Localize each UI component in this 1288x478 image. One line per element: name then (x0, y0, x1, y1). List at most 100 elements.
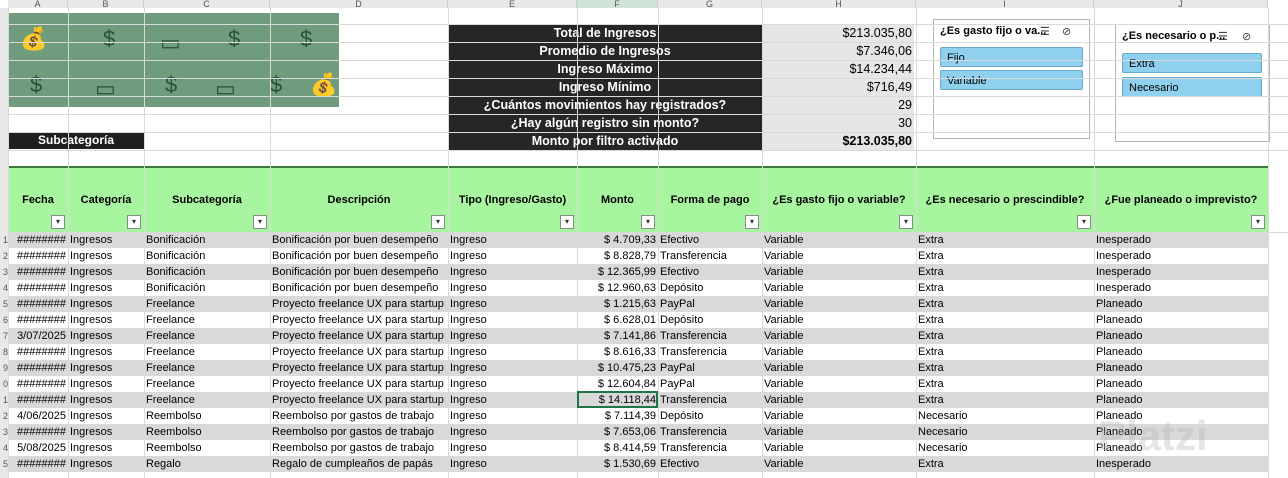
table-row[interactable]: ######## Ingresos Freelance Proyecto freela… (8, 360, 1268, 376)
table-row[interactable]: ######## Ingresos Reembolso Reembolso por g… (8, 424, 1268, 440)
table-cell[interactable]: ######## (10, 456, 66, 472)
table-cell[interactable]: Planeado (1096, 312, 1266, 328)
table-cell[interactable]: $ 8.828,79 (579, 248, 656, 264)
table-cell[interactable]: Ingreso (450, 456, 575, 472)
table-cell[interactable]: Bonificación (146, 264, 268, 280)
row-number[interactable]: 3 (0, 424, 8, 440)
table-cell[interactable]: Ingresos (70, 360, 142, 376)
table-cell[interactable]: Freelance (146, 376, 268, 392)
row-number[interactable]: 5 (0, 456, 8, 472)
table-cell[interactable]: Proyecto freelance UX para startup (272, 392, 446, 408)
table-cell[interactable]: Proyecto freelance UX para startup (272, 296, 446, 312)
table-cell[interactable]: Bonificación (146, 280, 268, 296)
table-cell[interactable]: Extra (918, 328, 1092, 344)
table-cell[interactable]: Planeado (1096, 296, 1266, 312)
table-cell[interactable]: Necesario (918, 440, 1092, 456)
table-cell[interactable]: Planeado (1096, 360, 1266, 376)
row-number[interactable]: 2 (0, 408, 8, 424)
table-cell[interactable]: ######## (10, 248, 66, 264)
slicer-item-variable[interactable]: Variable (940, 70, 1083, 90)
table-cell[interactable]: ######## (10, 280, 66, 296)
slicer-item-fijo[interactable]: Fijo (940, 47, 1083, 67)
table-cell[interactable]: ######## (10, 424, 66, 440)
table-cell[interactable]: $ 8.616,33 (579, 344, 656, 360)
table-cell[interactable]: Extra (918, 280, 1092, 296)
row-number[interactable]: 8 (0, 344, 8, 360)
table-cell[interactable]: Variable (764, 264, 914, 280)
table-cell[interactable]: Ingresos (70, 296, 142, 312)
table-row[interactable]: 4/06/2025 Ingresos Reembolso Reembolso por … (8, 408, 1268, 424)
table-cell[interactable]: Ingreso (450, 296, 575, 312)
table-cell[interactable]: $ 7.653,06 (579, 424, 656, 440)
row-number[interactable]: 0 (0, 376, 8, 392)
table-cell[interactable]: Freelance (146, 344, 268, 360)
filter-dropdown-icon[interactable]: ▾ (431, 215, 445, 229)
table-cell[interactable]: Variable (764, 408, 914, 424)
table-cell[interactable]: Planeado (1096, 328, 1266, 344)
table-cell[interactable]: Ingresos (70, 440, 142, 456)
table-cell[interactable]: Extra (918, 376, 1092, 392)
filter-dropdown-icon[interactable]: ▾ (899, 215, 913, 229)
table-cell[interactable]: Variable (764, 280, 914, 296)
table-cell[interactable]: Variable (764, 312, 914, 328)
table-row[interactable]: 5/08/2025 Ingresos Reembolso Reembolso por … (8, 440, 1268, 456)
table-cell[interactable]: Planeado (1096, 392, 1266, 408)
row-number[interactable]: 1 (0, 392, 8, 408)
table-cell[interactable]: ######## (10, 232, 66, 248)
table-row[interactable]: ######## Ingresos Bonificación Bonificación… (8, 264, 1268, 280)
table-cell[interactable]: ######## (10, 296, 66, 312)
table-cell[interactable]: ######## (10, 392, 66, 408)
selected-cell[interactable] (577, 391, 658, 408)
table-cell[interactable]: Variable (764, 328, 914, 344)
table-cell[interactable]: Ingresos (70, 312, 142, 328)
table-cell[interactable]: Proyecto freelance UX para startup (272, 360, 446, 376)
table-cell[interactable]: Ingreso (450, 344, 575, 360)
table-cell[interactable]: Ingresos (70, 424, 142, 440)
table-cell[interactable]: Extra (918, 296, 1092, 312)
filter-dropdown-icon[interactable]: ▾ (1251, 215, 1265, 229)
table-cell[interactable]: $ 10.475,23 (579, 360, 656, 376)
table-cell[interactable]: Inesperado (1096, 232, 1266, 248)
table-cell[interactable]: Ingresos (70, 456, 142, 472)
table-cell[interactable]: Extra (918, 264, 1092, 280)
table-cell[interactable]: Regalo (146, 456, 268, 472)
table-cell[interactable]: Bonificación por buen desempeño (272, 248, 446, 264)
table-cell[interactable]: Ingresos (70, 232, 142, 248)
table-cell[interactable]: Freelance (146, 296, 268, 312)
table-cell[interactable]: Transferencia (660, 392, 760, 408)
column-header-h[interactable]: H (762, 0, 916, 9)
table-cell[interactable]: Efectivo (660, 264, 760, 280)
slicer-fijo-variable[interactable]: ¿Es gasto fijo o va... ☰ ⊘ Fijo Variable (933, 19, 1090, 139)
table-cell[interactable]: Ingreso (450, 248, 575, 264)
table-cell[interactable]: Variable (764, 440, 914, 456)
table-cell[interactable]: Ingresos (70, 392, 142, 408)
table-cell[interactable]: Ingreso (450, 264, 575, 280)
row-number[interactable]: 7 (0, 328, 8, 344)
filter-dropdown-icon[interactable]: ▾ (560, 215, 574, 229)
table-cell[interactable]: Variable (764, 232, 914, 248)
table-cell[interactable]: 5/08/2025 (10, 440, 66, 456)
table-cell[interactable]: Transferencia (660, 344, 760, 360)
filter-dropdown-icon[interactable]: ▾ (745, 215, 759, 229)
filter-dropdown-icon[interactable]: ▾ (1077, 215, 1091, 229)
table-cell[interactable]: $ 12.365,99 (579, 264, 656, 280)
slicer-item-extra[interactable]: Extra (1122, 53, 1262, 73)
filter-dropdown-icon[interactable]: ▾ (51, 215, 65, 229)
column-header-f[interactable]: F (577, 0, 658, 9)
table-row[interactable]: ######## Ingresos Freelance Proyecto freela… (8, 312, 1268, 328)
table-cell[interactable]: Ingresos (70, 248, 142, 264)
table-cell[interactable]: $ 1.215,63 (579, 296, 656, 312)
table-cell[interactable]: Reembolso por gastos de trabajo (272, 440, 446, 456)
table-cell[interactable]: Transferencia (660, 424, 760, 440)
table-cell[interactable]: Ingresos (70, 280, 142, 296)
table-row[interactable]: ######## Ingresos Bonificación Bonificación… (8, 232, 1268, 248)
column-header-b[interactable]: B (68, 0, 144, 9)
table-cell[interactable]: Efectivo (660, 456, 760, 472)
table-cell[interactable]: ######## (10, 360, 66, 376)
table-cell[interactable]: Ingresos (70, 408, 142, 424)
table-cell[interactable]: Freelance (146, 360, 268, 376)
table-cell[interactable]: Ingreso (450, 408, 575, 424)
table-cell[interactable]: Reembolso (146, 424, 268, 440)
table-cell[interactable]: $ 1.530,69 (579, 456, 656, 472)
table-row[interactable]: ######## Ingresos Bonificación Bonificación… (8, 248, 1268, 264)
